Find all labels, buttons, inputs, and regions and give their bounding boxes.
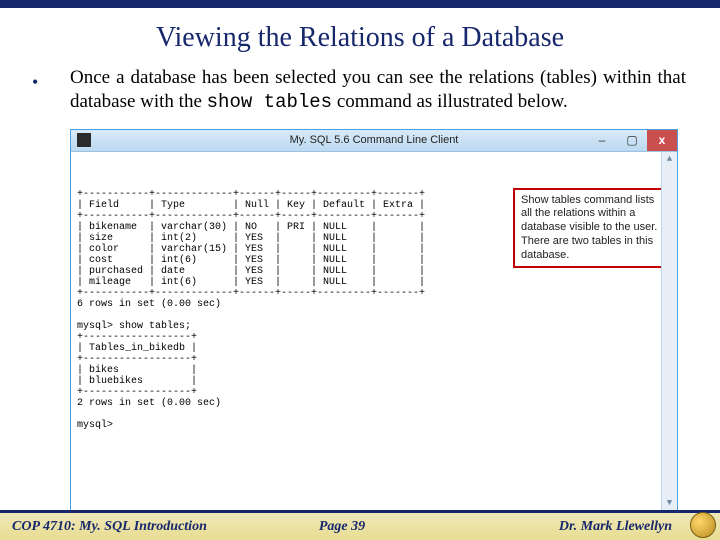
- tables-summary: 2 rows in set (0.00 sec): [77, 398, 221, 409]
- table-row: | purchased | date | YES | | NULL | |: [77, 266, 425, 277]
- table-row: | mileage | int(6) | YES | | NULL | |: [77, 277, 425, 288]
- bullet-text-code: show tables: [207, 91, 332, 113]
- vertical-scrollbar[interactable]: ▲ ▼: [661, 152, 677, 512]
- sep: +------------------+: [77, 354, 197, 365]
- app-icon: [77, 133, 91, 147]
- sep: +------------------+: [77, 332, 197, 343]
- slide-title: Viewing the Relations of a Database: [0, 8, 720, 66]
- prompt-end: mysql>: [77, 420, 113, 431]
- scroll-up-icon[interactable]: ▲: [662, 152, 677, 168]
- describe-header: | Field | Type | Null | Key | Default | …: [77, 200, 425, 211]
- table-row: | cost | int(6) | YES | | NULL | |: [77, 255, 425, 266]
- university-logo-icon: [690, 512, 716, 538]
- footer-author: Dr. Mark Llewellyn: [381, 519, 708, 535]
- prompt-show-tables: mysql> show tables;: [77, 321, 191, 332]
- table-row: | size | int(2) | YES | | NULL | |: [77, 233, 425, 244]
- footer-page: Page 39: [303, 519, 381, 535]
- bullet-text-post: command as illustrated below.: [332, 91, 568, 112]
- rows-summary: 6 rows in set (0.00 sec): [77, 299, 221, 310]
- console-area: +-----------+-------------+------+-----+…: [71, 152, 677, 512]
- sep: +------------------+: [77, 387, 197, 398]
- sep: +-----------+-------------+------+-----+…: [77, 211, 425, 222]
- bullet-dot-icon: •: [32, 72, 38, 93]
- footer-course: COP 4710: My. SQL Introduction: [12, 519, 303, 535]
- window-titlebar: My. SQL 5.6 Command Line Client – ▢ x: [71, 130, 677, 152]
- maximize-button[interactable]: ▢: [617, 130, 647, 151]
- slide-footer: COP 4710: My. SQL Introduction Page 39 D…: [0, 510, 720, 540]
- bullet-item: • Once a database has been selected you …: [70, 66, 686, 115]
- bullet-text: Once a database has been selected you ca…: [70, 66, 686, 115]
- close-button[interactable]: x: [647, 130, 677, 151]
- slide-body: • Once a database has been selected you …: [0, 66, 720, 513]
- annotation-callout: Show tables command lists all the relati…: [513, 188, 673, 269]
- sep: +-----------+-------------+------+-----+…: [77, 189, 425, 200]
- sep: +-----------+-------------+------+-----+…: [77, 288, 425, 299]
- window-controls: – ▢ x: [587, 130, 677, 151]
- terminal-window: My. SQL 5.6 Command Line Client – ▢ x +-…: [70, 129, 678, 513]
- table-row: | bikename | varchar(30) | NO | PRI | NU…: [77, 222, 425, 233]
- minimize-button[interactable]: –: [587, 130, 617, 151]
- scroll-track[interactable]: [662, 168, 677, 496]
- table-row: | bluebikes |: [77, 376, 197, 387]
- table-row: | bikes |: [77, 365, 197, 376]
- table-row: | color | varchar(15) | YES | | NULL | |: [77, 244, 425, 255]
- tables-header: | Tables_in_bikedb |: [77, 343, 197, 354]
- top-bar: [0, 0, 720, 8]
